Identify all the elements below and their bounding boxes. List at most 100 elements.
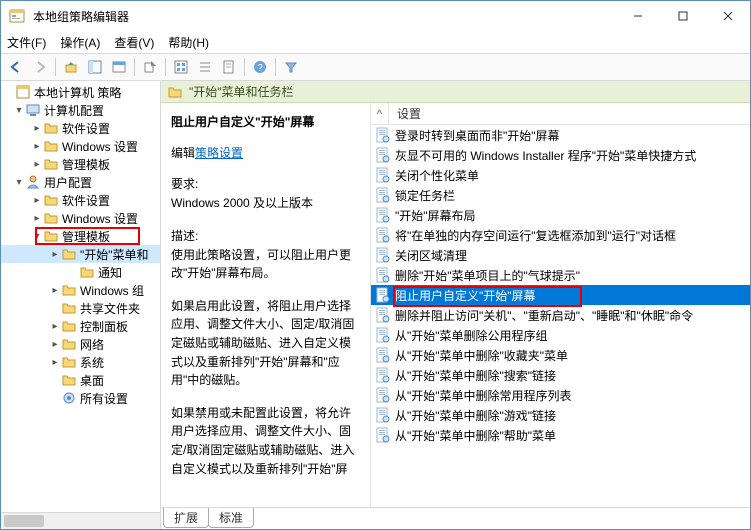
twisty-icon[interactable]: ▾ xyxy=(31,231,43,242)
user-icon xyxy=(25,174,41,190)
list-item-label: 从"开始"菜单删除公用程序组 xyxy=(395,327,548,344)
twisty-icon[interactable]: ▾ xyxy=(13,177,25,188)
list-item[interactable]: 从"开始"菜单中删除常用程序列表 xyxy=(371,385,750,405)
console-button[interactable] xyxy=(108,56,130,78)
header-up-icon[interactable]: ^ xyxy=(371,103,389,124)
category-header: "开始"菜单和任务栏 xyxy=(161,81,750,103)
close-button[interactable] xyxy=(705,1,750,31)
back-button[interactable] xyxy=(5,56,27,78)
policy-settings-link[interactable]: 策略设置 xyxy=(195,146,243,160)
twisty-icon[interactable]: ▸ xyxy=(31,159,43,170)
twisty-icon[interactable]: ▸ xyxy=(49,339,61,350)
menu-file[interactable]: 文件(F) xyxy=(7,34,46,51)
menu-action[interactable]: 操作(A) xyxy=(60,34,100,51)
tree-label: 桌面 xyxy=(80,372,104,389)
window-controls xyxy=(615,1,750,31)
folder-icon xyxy=(43,228,59,244)
tree-label: 通知 xyxy=(98,264,122,281)
maximize-button[interactable] xyxy=(660,1,705,31)
scrollbar-thumb[interactable] xyxy=(4,515,44,527)
tree-item[interactable]: ▸网络 xyxy=(1,335,160,353)
list-item[interactable]: 从"开始"菜单中删除"搜索"链接 xyxy=(371,365,750,385)
minimize-button[interactable] xyxy=(615,1,660,31)
tree-item[interactable]: ▸ 系统 xyxy=(1,353,160,371)
tree-hscrollbar[interactable] xyxy=(1,512,160,529)
tree-admin-templates[interactable]: ▾管理模板 xyxy=(1,227,160,245)
list-item[interactable]: 从"开始"菜单中删除"游戏"链接 xyxy=(371,405,750,425)
tree-label: 用户配置 xyxy=(44,174,92,191)
list-item[interactable]: 灰显不可用的 Windows Installer 程序"开始"菜单快捷方式 xyxy=(371,145,750,165)
list-item-label: 登录时转到桌面而非"开始"屏幕 xyxy=(395,127,560,144)
filter-button[interactable] xyxy=(280,56,302,78)
forward-button[interactable] xyxy=(29,56,51,78)
twisty-icon[interactable]: ▾ xyxy=(13,105,25,116)
tree-item[interactable]: 共享文件夹 xyxy=(1,299,160,317)
twisty-icon[interactable]: ▸ xyxy=(49,357,61,368)
list-item[interactable]: "开始"屏幕布局 xyxy=(371,205,750,225)
list-item[interactable]: 关闭个性化菜单 xyxy=(371,165,750,185)
column-settings[interactable]: 设置 xyxy=(389,105,421,122)
help-button[interactable]: ? xyxy=(249,56,271,78)
twisty-icon[interactable]: ▸ xyxy=(31,123,43,134)
list-item-label: 从"开始"菜单中删除"收藏夹"菜单 xyxy=(395,347,568,364)
list-item[interactable]: 删除"开始"菜单项目上的"气球提示" xyxy=(371,265,750,285)
tree-user-config[interactable]: ▾ 用户配置 xyxy=(1,173,160,191)
list-item[interactable]: 删除并阻止访问"关机"、"重新启动"、"睡眠"和"休眠"命令 xyxy=(371,305,750,325)
list-item[interactable]: 阻止用户自定义"开始"屏幕 xyxy=(371,285,750,305)
tree-item[interactable]: ▸控制面板 xyxy=(1,317,160,335)
tree-computer-config[interactable]: ▾ 计算机配置 xyxy=(1,101,160,119)
description-text: 如果禁用或未配置此设置，将允许用户选择应用、调整文件大小、固定/取消固定磁贴或辅… xyxy=(171,404,360,478)
up-button[interactable] xyxy=(60,56,82,78)
twisty-icon[interactable]: ▸ xyxy=(49,285,61,296)
twisty-icon[interactable]: ▸ xyxy=(31,141,43,152)
properties-button[interactable] xyxy=(218,56,240,78)
tree-item[interactable]: ▸"开始"菜单和 xyxy=(1,245,160,263)
twisty-icon[interactable]: ▸ xyxy=(31,213,43,224)
list-item[interactable]: 将"在单独的内存空间运行"复选框添加到"运行"对话框 xyxy=(371,225,750,245)
tree-item[interactable]: 桌面 xyxy=(1,371,160,389)
tree-item[interactable]: ▸软件设置 xyxy=(1,119,160,137)
tab-extended[interactable]: 扩展 xyxy=(163,508,209,528)
tab-standard[interactable]: 标准 xyxy=(208,508,254,528)
twisty-icon[interactable]: ▸ xyxy=(49,321,61,332)
list-item[interactable]: 锁定任务栏 xyxy=(371,185,750,205)
tree-label: Windows 组 xyxy=(80,282,144,299)
tree-item[interactable]: ▸Windows 设置 xyxy=(1,137,160,155)
tree-item[interactable]: ▸ Windows 组 xyxy=(1,281,160,299)
list-header[interactable]: ^ 设置 xyxy=(371,103,750,125)
tree-item[interactable]: ▸软件设置 xyxy=(1,191,160,209)
policy-item-icon xyxy=(375,427,391,443)
refresh-button[interactable] xyxy=(170,56,192,78)
list-item[interactable]: 关闭区域清理 xyxy=(371,245,750,265)
list-button[interactable] xyxy=(194,56,216,78)
menu-help[interactable]: 帮助(H) xyxy=(168,34,209,51)
list-item[interactable]: 从"开始"菜单中删除"收藏夹"菜单 xyxy=(371,345,750,365)
folder-icon xyxy=(79,264,95,280)
tree-item[interactable]: 所有设置 xyxy=(1,389,160,407)
folder-icon xyxy=(43,138,59,154)
tree[interactable]: 本地计算机 策略 ▾ 计算机配置 ▸软件设置 ▸Windows 设置 ▸管理模板… xyxy=(1,81,160,512)
list-item-label: 锁定任务栏 xyxy=(395,187,455,204)
twisty-icon[interactable]: ▸ xyxy=(31,195,43,206)
folder-icon xyxy=(61,372,77,388)
tree-item[interactable]: ▸Windows 设置 xyxy=(1,209,160,227)
req-label: 要求: xyxy=(171,175,360,192)
tree-label: 系统 xyxy=(80,354,104,371)
tree-root[interactable]: 本地计算机 策略 xyxy=(1,83,160,101)
list-item[interactable]: 登录时转到桌面而非"开始"屏幕 xyxy=(371,125,750,145)
settings-list[interactable]: 登录时转到桌面而非"开始"屏幕灰显不可用的 Windows Installer … xyxy=(371,125,750,507)
folder-icon xyxy=(167,84,183,100)
export-button[interactable] xyxy=(139,56,161,78)
twisty-icon[interactable]: ▸ xyxy=(49,249,61,260)
policy-item-icon xyxy=(375,307,391,323)
tree-item[interactable]: 通知 xyxy=(1,263,160,281)
list-item[interactable]: 从"开始"菜单中删除"帮助"菜单 xyxy=(371,425,750,445)
show-tree-button[interactable] xyxy=(84,56,106,78)
policy-item-icon xyxy=(375,147,391,163)
list-item-label: 阻止用户自定义"开始"屏幕 xyxy=(395,287,536,304)
tree-item[interactable]: ▸管理模板 xyxy=(1,155,160,173)
list-item[interactable]: 从"开始"菜单删除公用程序组 xyxy=(371,325,750,345)
right-pane: "开始"菜单和任务栏 阻止用户自定义"开始"屏幕 编辑策略设置 要求: Wind… xyxy=(161,81,750,529)
list-item-label: "开始"屏幕布局 xyxy=(395,207,476,224)
menu-view[interactable]: 查看(V) xyxy=(114,34,154,51)
